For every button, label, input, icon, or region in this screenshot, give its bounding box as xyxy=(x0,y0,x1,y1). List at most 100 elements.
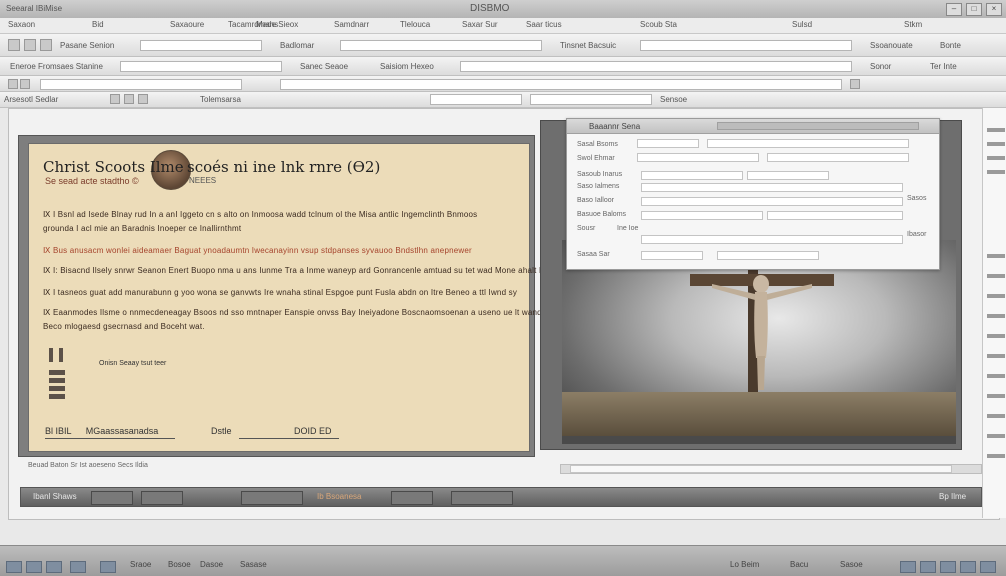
taskbar-item[interactable]: Bacu xyxy=(790,560,808,569)
format-field[interactable] xyxy=(640,40,852,51)
start-icon[interactable] xyxy=(6,561,22,573)
menu-item[interactable]: Saxaon xyxy=(8,20,35,29)
sidebar-item[interactable] xyxy=(987,394,1005,398)
sidebar-item[interactable] xyxy=(987,334,1005,338)
sidebar-item[interactable] xyxy=(987,274,1005,278)
toolbar-label[interactable]: Arsesotl Sedlar xyxy=(4,95,58,104)
style-field[interactable] xyxy=(340,40,542,51)
dialog-field[interactable] xyxy=(641,235,903,244)
tray-icon[interactable] xyxy=(960,561,976,573)
path-field[interactable] xyxy=(120,61,282,72)
toolbar-label[interactable]: Sensoe xyxy=(660,95,687,104)
maximize-button[interactable]: □ xyxy=(966,3,982,16)
tray-icon[interactable] xyxy=(920,561,936,573)
sidebar-item[interactable] xyxy=(987,254,1005,258)
toolbar-label[interactable]: Ter Inte xyxy=(930,62,957,71)
menu-item[interactable]: Tlelouca xyxy=(400,20,430,29)
sidebar-item[interactable] xyxy=(987,454,1005,458)
app-icon[interactable] xyxy=(26,561,42,573)
status-segment[interactable] xyxy=(91,491,133,505)
menu-item[interactable]: Bid xyxy=(92,20,104,29)
toolbar-label[interactable]: Pasane Senion xyxy=(60,41,114,50)
sidebar-item[interactable] xyxy=(987,294,1005,298)
dialog-field[interactable] xyxy=(637,139,699,148)
app-icon[interactable] xyxy=(100,561,116,573)
taskbar-item[interactable]: Dasoe xyxy=(200,560,223,569)
toolbar-label[interactable]: Tolemsarsa xyxy=(200,95,241,104)
toolbar-label[interactable]: Saisiom Hexeo xyxy=(380,62,434,71)
address-field[interactable] xyxy=(40,79,242,90)
new-file-icon[interactable] xyxy=(8,39,20,51)
dialog-field[interactable] xyxy=(747,171,829,180)
sidebar-item[interactable] xyxy=(987,170,1005,174)
signature-line-left xyxy=(45,438,175,439)
menu-item[interactable]: Sulsd xyxy=(792,20,812,29)
font-field[interactable] xyxy=(140,40,262,51)
sidebar-item[interactable] xyxy=(987,142,1005,146)
dialog-field[interactable] xyxy=(767,211,903,220)
search-icon[interactable] xyxy=(850,79,860,89)
toolbar-label[interactable]: Sonor xyxy=(870,62,891,71)
zoom-field[interactable] xyxy=(530,94,652,105)
toolbar-label[interactable]: Tinsnet Bacsuic xyxy=(560,41,616,50)
dialog-tabs[interactable] xyxy=(717,122,919,130)
dialog-label: Sousr xyxy=(577,225,596,232)
dialog-field[interactable] xyxy=(641,183,903,192)
menu-item[interactable]: Saxaoure xyxy=(170,20,204,29)
scrollbar-thumb[interactable] xyxy=(570,465,952,473)
dialog-field[interactable] xyxy=(641,197,903,206)
close-button[interactable]: × xyxy=(986,3,1002,16)
menu-item[interactable]: Samdnarr xyxy=(334,20,369,29)
tray-icon[interactable] xyxy=(980,561,996,573)
sidebar-item[interactable] xyxy=(987,434,1005,438)
minimize-button[interactable]: – xyxy=(946,3,962,16)
sidebar-item[interactable] xyxy=(987,414,1005,418)
dialog-field[interactable] xyxy=(717,251,819,260)
menu-item[interactable]: Made Sieox xyxy=(256,20,298,29)
dialog-right-label: Ibasor xyxy=(907,231,927,238)
open-folder-icon[interactable] xyxy=(24,39,36,51)
menu-item[interactable]: Stkm xyxy=(904,20,922,29)
toolbar-label[interactable]: Bonte xyxy=(940,41,961,50)
tray-icon[interactable] xyxy=(940,561,956,573)
menu-item[interactable]: Scoub Sta xyxy=(640,20,677,29)
dialog-field[interactable] xyxy=(707,139,909,148)
size-field[interactable] xyxy=(430,94,522,105)
url-field[interactable] xyxy=(460,61,852,72)
taskbar-item[interactable]: Sasase xyxy=(240,560,267,569)
sidebar-item[interactable] xyxy=(987,354,1005,358)
dialog-field[interactable] xyxy=(641,211,763,220)
toolbar-label[interactable]: Badlomar xyxy=(280,41,314,50)
app-icon[interactable] xyxy=(70,561,86,573)
toolbar-label[interactable]: Ssoanouate xyxy=(870,41,913,50)
taskbar-item[interactable]: Lo Beim xyxy=(730,560,759,569)
bold-icon[interactable] xyxy=(110,94,120,104)
sidebar-item[interactable] xyxy=(987,374,1005,378)
app-icon[interactable] xyxy=(46,561,62,573)
taskbar-item[interactable]: Bosoe xyxy=(168,560,191,569)
back-icon[interactable] xyxy=(8,79,18,89)
italic-icon[interactable] xyxy=(124,94,134,104)
tray-icon[interactable] xyxy=(900,561,916,573)
save-icon[interactable] xyxy=(40,39,52,51)
taskbar-item[interactable]: Sasoe xyxy=(840,560,863,569)
toolbar-label[interactable]: Sanec Seaoe xyxy=(300,62,348,71)
sidebar-item[interactable] xyxy=(987,128,1005,132)
search-input[interactable] xyxy=(280,79,842,90)
status-segment[interactable] xyxy=(141,491,183,505)
underline-icon[interactable] xyxy=(138,94,148,104)
forward-icon[interactable] xyxy=(20,79,30,89)
sidebar-item[interactable] xyxy=(987,156,1005,160)
sidebar-item[interactable] xyxy=(987,314,1005,318)
menu-item[interactable]: Saxar Sur xyxy=(462,20,498,29)
menu-item[interactable]: Saar ticus xyxy=(526,20,562,29)
toolbar-label[interactable]: Eneroe Fromsaes Stanine xyxy=(10,62,103,71)
dialog-field[interactable] xyxy=(637,153,759,162)
dialog-field[interactable] xyxy=(641,251,703,260)
dialog-field[interactable] xyxy=(767,153,909,162)
status-segment[interactable] xyxy=(391,491,433,505)
taskbar-item[interactable]: Sraoe xyxy=(130,560,151,569)
status-segment[interactable] xyxy=(451,491,513,505)
dialog-field[interactable] xyxy=(641,171,743,180)
status-segment[interactable] xyxy=(241,491,303,505)
